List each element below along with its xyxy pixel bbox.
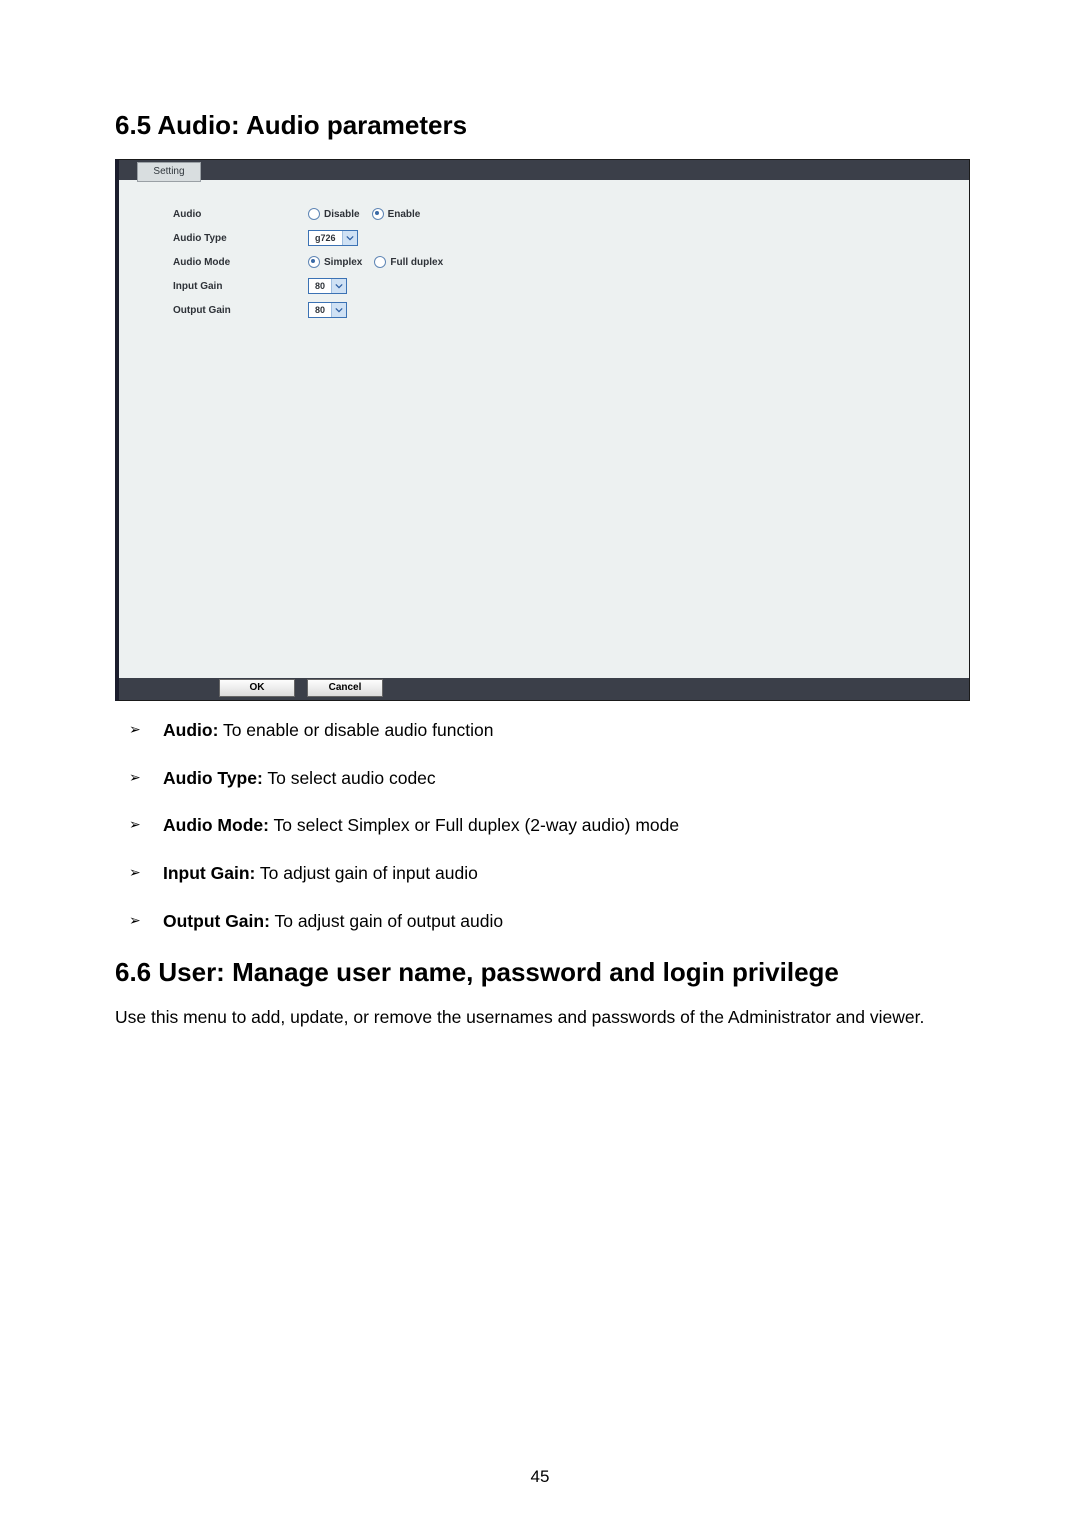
- settings-screenshot: Setting Audio Disable Enable Au: [115, 159, 970, 701]
- row-audio: Audio Disable Enable: [173, 202, 969, 226]
- page-number: 45: [0, 1467, 1080, 1487]
- radio-dot-icon: [308, 256, 320, 268]
- bullet-text: To enable or disable audio function: [218, 720, 493, 740]
- label-output-gain: Output Gain: [173, 305, 308, 316]
- bullet-term: Audio Mode:: [163, 815, 269, 835]
- bullet-text: To adjust gain of input audio: [255, 863, 477, 883]
- select-output-gain[interactable]: 80: [308, 302, 347, 318]
- select-audio-type[interactable]: g726: [308, 230, 358, 246]
- list-item: Audio: To enable or disable audio functi…: [129, 719, 965, 743]
- settings-panel: Audio Disable Enable Audio Type: [119, 180, 969, 678]
- label-audio-mode: Audio Mode: [173, 257, 308, 268]
- label-audio: Audio: [173, 209, 308, 220]
- select-value: 80: [309, 279, 331, 293]
- row-output-gain: Output Gain 80: [173, 298, 969, 322]
- bullet-term: Input Gain:: [163, 863, 255, 883]
- bullet-text: To select audio codec: [263, 768, 436, 788]
- radio-label: Enable: [388, 209, 421, 220]
- top-dark-bar: [119, 160, 969, 180]
- radio-audio-disable[interactable]: Disable: [308, 208, 360, 220]
- radio-dot-icon: [374, 256, 386, 268]
- label-audio-type: Audio Type: [173, 233, 308, 244]
- select-value: g726: [309, 231, 342, 245]
- row-audio-mode: Audio Mode Simplex Full duplex: [173, 250, 969, 274]
- row-input-gain: Input Gain 80: [173, 274, 969, 298]
- chevron-down-icon: [331, 279, 346, 293]
- radio-dot-icon: [372, 208, 384, 220]
- radio-mode-simplex[interactable]: Simplex: [308, 256, 362, 268]
- chevron-down-icon: [331, 303, 346, 317]
- list-item: Input Gain: To adjust gain of input audi…: [129, 862, 965, 886]
- section-6-6-body: Use this menu to add, update, or remove …: [115, 1006, 965, 1030]
- radio-label: Disable: [324, 209, 360, 220]
- section-6-5-heading: 6.5 Audio: Audio parameters: [115, 110, 965, 141]
- label-input-gain: Input Gain: [173, 281, 308, 292]
- radio-label: Full duplex: [390, 257, 443, 268]
- bottom-dark-bar: OK Cancel: [119, 678, 969, 700]
- bullet-term: Audio:: [163, 720, 218, 740]
- radio-mode-fullduplex[interactable]: Full duplex: [374, 256, 443, 268]
- list-item: Audio Type: To select audio codec: [129, 767, 965, 791]
- bullet-list: Audio: To enable or disable audio functi…: [129, 719, 965, 933]
- select-input-gain[interactable]: 80: [308, 278, 347, 294]
- chevron-down-icon: [342, 231, 357, 245]
- tab-setting[interactable]: Setting: [137, 162, 201, 182]
- list-item: Output Gain: To adjust gain of output au…: [129, 910, 965, 934]
- bullet-text: To adjust gain of output audio: [270, 911, 503, 931]
- select-value: 80: [309, 303, 331, 317]
- radio-label: Simplex: [324, 257, 362, 268]
- row-audio-type: Audio Type g726: [173, 226, 969, 250]
- radio-dot-icon: [308, 208, 320, 220]
- section-6-6-heading: 6.6 User: Manage user name, password and…: [115, 957, 965, 988]
- bullet-term: Audio Type:: [163, 768, 263, 788]
- list-item: Audio Mode: To select Simplex or Full du…: [129, 814, 965, 838]
- cancel-button[interactable]: Cancel: [307, 679, 383, 697]
- ok-button[interactable]: OK: [219, 679, 295, 697]
- bullet-text: To select Simplex or Full duplex (2-way …: [269, 815, 679, 835]
- bullet-term: Output Gain:: [163, 911, 270, 931]
- radio-audio-enable[interactable]: Enable: [372, 208, 421, 220]
